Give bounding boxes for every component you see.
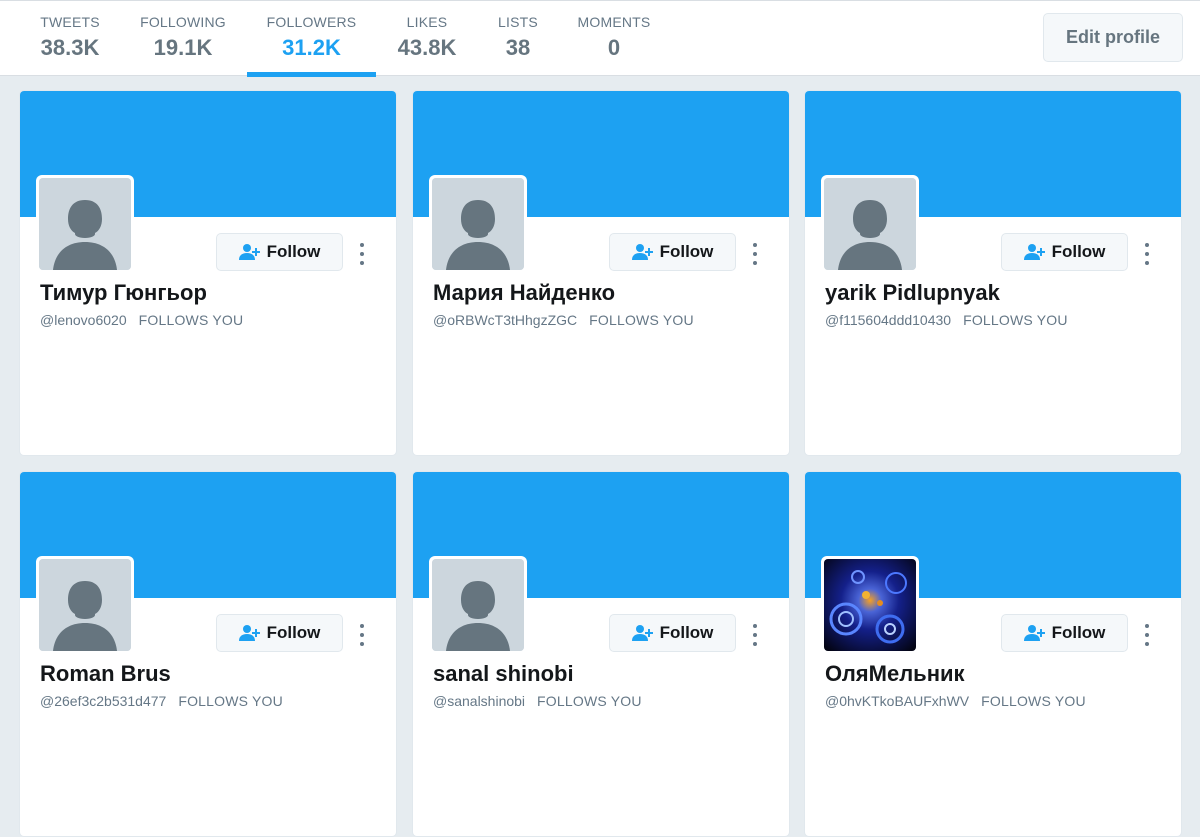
user-meta: @lenovo6020 FOLLOWS YOU xyxy=(40,312,243,328)
follow-label: Follow xyxy=(266,242,321,261)
user-name[interactable]: Roman Brus xyxy=(40,661,171,687)
add-user-icon xyxy=(631,625,653,641)
follow-button[interactable]: Follow xyxy=(216,614,343,652)
nav-tweets[interactable]: TWEETS 38.3K xyxy=(20,1,120,76)
default-avatar-icon xyxy=(39,178,131,270)
user-handle[interactable]: @lenovo6020 xyxy=(40,312,127,328)
follow-label: Follow xyxy=(659,623,714,642)
add-user-icon xyxy=(1023,625,1045,641)
follows-you-badge: FOLLOWS YOU xyxy=(589,312,694,328)
nav-followers-label: FOLLOWERS xyxy=(266,14,357,30)
nav-moments-label: MOMENTS xyxy=(577,14,651,30)
follows-you-badge: FOLLOWS YOU xyxy=(963,312,1068,328)
avatar[interactable] xyxy=(36,175,134,273)
user-handle[interactable]: @f115604ddd10430 xyxy=(825,312,951,328)
nav-likes-label: LIKES xyxy=(406,14,448,30)
follower-card[interactable]: Follow Roman Brus @26ef3c2b531d477 FOLLOW… xyxy=(19,471,397,837)
follows-you-badge: FOLLOWS YOU xyxy=(138,312,244,328)
nav-likes[interactable]: LIKES 43.8K xyxy=(390,1,464,76)
follower-card[interactable]: Follow Мария Найденко @oRBWcT3tHhgzZGC FO… xyxy=(412,90,790,456)
edit-profile-button[interactable]: Edit profile xyxy=(1043,13,1183,62)
add-user-icon xyxy=(238,625,260,641)
user-name[interactable]: Мария Найденко xyxy=(433,280,615,306)
active-tab-underline xyxy=(247,72,376,77)
nav-lists-label: LISTS xyxy=(498,14,538,30)
follow-button[interactable]: Follow xyxy=(1001,233,1128,271)
user-handle[interactable]: @26ef3c2b531d477 xyxy=(40,693,166,709)
nav-likes-count: 43.8K xyxy=(397,35,457,60)
follow-label: Follow xyxy=(659,242,714,261)
fractal-photo-avatar xyxy=(824,559,916,651)
profile-nav-bar: TWEETS 38.3K FOLLOWING 19.1K FOLLOWERS 3… xyxy=(0,0,1200,77)
user-meta: @oRBWcT3tHhgzZGC FOLLOWS YOU xyxy=(433,312,694,328)
follows-you-badge: FOLLOWS YOU xyxy=(178,693,283,709)
add-user-icon xyxy=(631,244,653,260)
nav-following-label: FOLLOWING xyxy=(140,14,226,30)
follow-label: Follow xyxy=(266,623,321,642)
more-options-icon[interactable] xyxy=(1137,622,1157,648)
user-meta: @f115604ddd10430 FOLLOWS YOU xyxy=(825,312,1068,328)
user-name[interactable]: Тимур Гюнгьор xyxy=(40,280,207,306)
more-options-icon[interactable] xyxy=(1137,241,1157,267)
user-name[interactable]: yarik Pidlupnyak xyxy=(825,280,1000,306)
nav-following-count: 19.1K xyxy=(153,35,213,60)
follow-button[interactable]: Follow xyxy=(609,233,736,271)
more-options-icon[interactable] xyxy=(352,622,372,648)
nav-lists[interactable]: LISTS 38 xyxy=(490,1,546,76)
add-user-icon xyxy=(238,244,260,260)
nav-followers[interactable]: FOLLOWERS 31.2K xyxy=(247,1,376,77)
nav-tweets-label: TWEETS xyxy=(40,14,100,30)
avatar[interactable] xyxy=(429,175,527,273)
avatar[interactable] xyxy=(821,556,919,654)
user-meta: @0hvKTkoBAUFxhWV FOLLOWS YOU xyxy=(825,693,1086,709)
user-meta: @26ef3c2b531d477 FOLLOWS YOU xyxy=(40,693,283,709)
nav-lists-count: 38 xyxy=(505,35,531,60)
follow-button[interactable]: Follow xyxy=(1001,614,1128,652)
nav-followers-count: 31.2K xyxy=(282,35,341,60)
default-avatar-icon xyxy=(39,559,131,651)
follower-card[interactable]: Follow Тимур Гюнгьор @lenovo6020 FOLLOWS … xyxy=(19,90,397,456)
nav-following[interactable]: FOLLOWING 19.1K xyxy=(132,1,234,76)
user-handle[interactable]: @0hvKTkoBAUFxhWV xyxy=(825,693,969,709)
user-handle[interactable]: @oRBWcT3tHhgzZGC xyxy=(433,312,577,328)
avatar[interactable] xyxy=(36,556,134,654)
follower-card[interactable]: Follow ОляМельник @0hvKTkoBAUFxhWV FOLLOW… xyxy=(804,471,1182,837)
more-options-icon[interactable] xyxy=(352,241,372,267)
follows-you-badge: FOLLOWS YOU xyxy=(537,693,642,709)
default-avatar-icon xyxy=(432,178,524,270)
nav-moments-count: 0 xyxy=(607,35,621,60)
nav-tweets-count: 38.3K xyxy=(40,35,100,60)
default-avatar-icon xyxy=(432,559,524,651)
follows-you-badge: FOLLOWS YOU xyxy=(981,693,1086,709)
user-meta: @sanalshinobi FOLLOWS YOU xyxy=(433,693,642,709)
follow-button[interactable]: Follow xyxy=(609,614,736,652)
follow-button[interactable]: Follow xyxy=(216,233,343,271)
follow-label: Follow xyxy=(1051,242,1106,261)
more-options-icon[interactable] xyxy=(745,241,765,267)
default-avatar-icon xyxy=(824,178,916,270)
user-name[interactable]: ОляМельник xyxy=(825,661,965,687)
follower-card[interactable]: Follow yarik Pidlupnyak @f115604ddd10430… xyxy=(804,90,1182,456)
nav-moments[interactable]: MOMENTS 0 xyxy=(570,1,658,76)
avatar[interactable] xyxy=(821,175,919,273)
user-handle[interactable]: @sanalshinobi xyxy=(433,693,525,709)
avatar[interactable] xyxy=(429,556,527,654)
follower-card[interactable]: Follow sanal shinobi @sanalshinobi FOLLOW… xyxy=(412,471,790,837)
more-options-icon[interactable] xyxy=(745,622,765,648)
follow-label: Follow xyxy=(1051,623,1106,642)
add-user-icon xyxy=(1023,244,1045,260)
user-name[interactable]: sanal shinobi xyxy=(433,661,574,687)
